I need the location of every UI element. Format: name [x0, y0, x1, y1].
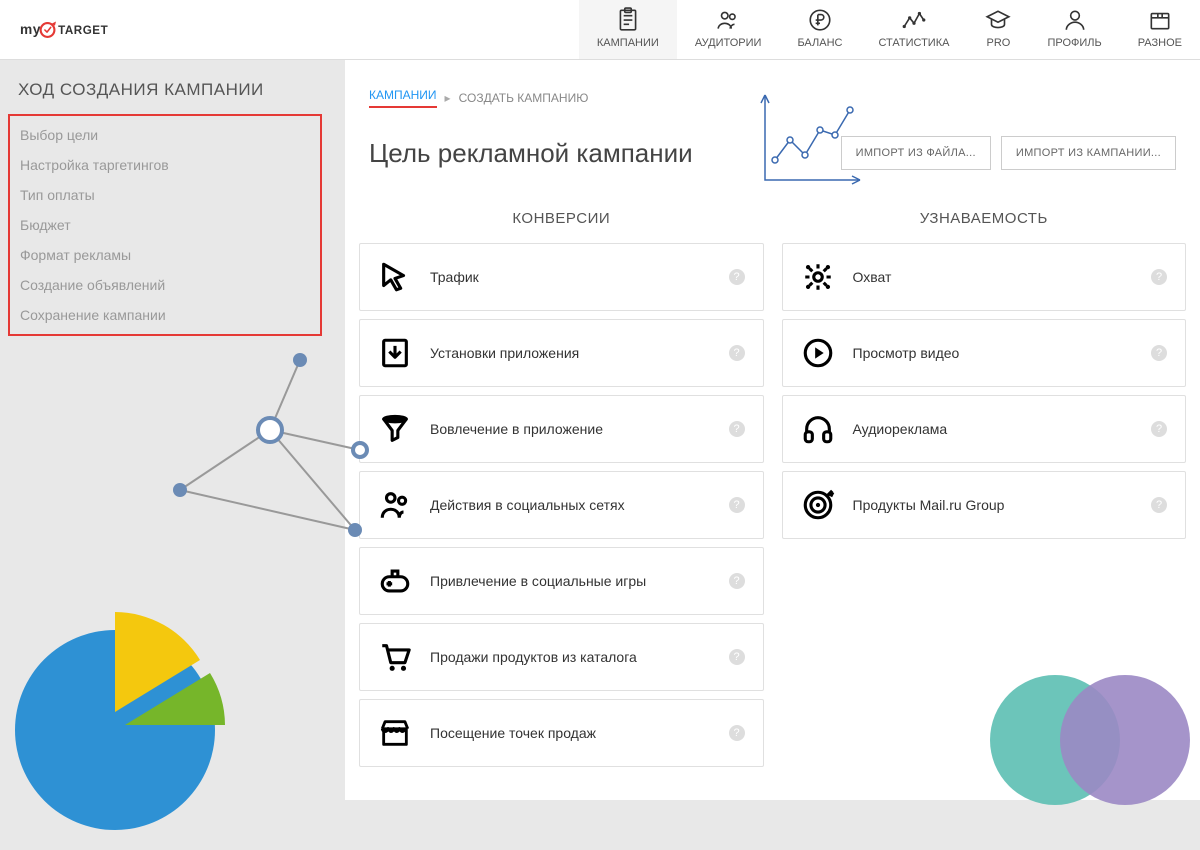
gamepad-icon	[378, 564, 412, 598]
goal-label: Установки приложения	[430, 345, 711, 361]
logo-icon: my TARGET	[20, 16, 110, 44]
goal-video[interactable]: Просмотр видео ?	[782, 319, 1187, 387]
awareness-column: УЗНАВАЕМОСТЬ Охват ? Просмотр видео ? Ау…	[782, 194, 1187, 775]
goal-label: Охват	[853, 269, 1134, 285]
import-campaign-button[interactable]: ИМПОРТ ИЗ КАМПАНИИ...	[1001, 136, 1176, 170]
goal-store-visits[interactable]: Посещение точек продаж ?	[359, 699, 764, 767]
svg-text:TARGET: TARGET	[58, 24, 108, 37]
goal-label: Продажи продуктов из каталога	[430, 649, 711, 665]
goal-label: Посещение точек продаж	[430, 725, 711, 741]
box-icon	[1147, 7, 1173, 33]
awareness-title: УЗНАВАЕМОСТЬ	[782, 194, 1187, 243]
cursor-icon	[378, 260, 412, 294]
goal-label: Действия в социальных сетях	[430, 497, 711, 513]
goal-label: Просмотр видео	[853, 345, 1134, 361]
goal-label: Продукты Mail.ru Group	[853, 497, 1134, 513]
goal-app-installs[interactable]: Установки приложения ?	[359, 319, 764, 387]
goal-label: Аудиореклама	[853, 421, 1134, 437]
nav-label: АУДИТОРИИ	[695, 37, 762, 49]
nav-balance[interactable]: БАЛАНС	[779, 0, 860, 59]
sidebar-item-save[interactable]: Сохранение кампании	[10, 300, 320, 330]
document-icon	[615, 7, 641, 33]
help-icon[interactable]: ?	[729, 421, 745, 437]
goal-social-actions[interactable]: Действия в социальных сетях ?	[359, 471, 764, 539]
sidebar-title: ХОД СОЗДАНИЯ КАМПАНИИ	[0, 80, 330, 114]
stats-icon	[901, 7, 927, 33]
nav-audiences[interactable]: АУДИТОРИИ	[677, 0, 780, 59]
goal-label: Вовлечение в приложение	[430, 421, 711, 437]
page-title: Цель рекламной кампании	[369, 138, 693, 169]
help-icon[interactable]: ?	[1151, 345, 1167, 361]
breadcrumb-current: СОЗДАТЬ КАМПАНИЮ	[459, 91, 589, 105]
download-icon	[378, 336, 412, 370]
cart-icon	[378, 640, 412, 674]
ruble-icon	[807, 7, 833, 33]
help-icon[interactable]: ?	[729, 269, 745, 285]
goal-social-games[interactable]: Привлечение в социальные игры ?	[359, 547, 764, 615]
help-icon[interactable]: ?	[729, 497, 745, 513]
help-icon[interactable]: ?	[1151, 497, 1167, 513]
help-icon[interactable]: ?	[729, 345, 745, 361]
headphones-icon	[801, 412, 835, 446]
goal-audio[interactable]: Аудиореклама ?	[782, 395, 1187, 463]
conversions-title: КОНВЕРСИИ	[359, 194, 764, 243]
nav-pro[interactable]: PRO	[967, 0, 1029, 59]
nav-label: БАЛАНС	[797, 37, 842, 49]
logo[interactable]: my TARGET	[0, 16, 132, 44]
goal-traffic[interactable]: Трафик ?	[359, 243, 764, 311]
top-nav: КАМПАНИИ АУДИТОРИИ БАЛАНС СТАТИСТИКА PRO…	[579, 0, 1200, 59]
svg-text:my: my	[20, 22, 41, 37]
sidebar-item-targeting[interactable]: Настройка таргетингов	[10, 150, 320, 180]
help-icon[interactable]: ?	[1151, 269, 1167, 285]
nav-label: РАЗНОЕ	[1138, 37, 1182, 49]
help-icon[interactable]: ?	[729, 573, 745, 589]
nav-misc[interactable]: РАЗНОЕ	[1120, 0, 1200, 59]
store-icon	[378, 716, 412, 750]
help-icon[interactable]: ?	[1151, 421, 1167, 437]
nav-campaigns[interactable]: КАМПАНИИ	[579, 0, 677, 59]
goal-mailru[interactable]: Продукты Mail.ru Group ?	[782, 471, 1187, 539]
goal-label: Привлечение в социальные игры	[430, 573, 711, 589]
breadcrumb: КАМПАНИИ ▸ СОЗДАТЬ КАМПАНИЮ	[345, 60, 1200, 116]
chevron-right-icon: ▸	[445, 91, 451, 105]
play-icon	[801, 336, 835, 370]
goal-app-engagement[interactable]: Вовлечение в приложение ?	[359, 395, 764, 463]
nav-label: PRO	[987, 37, 1011, 49]
sidebar-item-budget[interactable]: Бюджет	[10, 210, 320, 240]
nav-profile[interactable]: ПРОФИЛЬ	[1029, 0, 1119, 59]
user-icon	[1062, 7, 1088, 33]
goal-label: Трафик	[430, 269, 711, 285]
social-icon	[378, 488, 412, 522]
target-icon	[801, 488, 835, 522]
funnel-icon	[378, 412, 412, 446]
conversions-column: КОНВЕРСИИ Трафик ? Установки приложения …	[359, 194, 764, 775]
goal-catalog-sales[interactable]: Продажи продуктов из каталога ?	[359, 623, 764, 691]
sidebar: ХОД СОЗДАНИЯ КАМПАНИИ Выбор цели Настрой…	[0, 60, 330, 356]
help-icon[interactable]: ?	[729, 649, 745, 665]
goal-reach[interactable]: Охват ?	[782, 243, 1187, 311]
sidebar-item-format[interactable]: Формат рекламы	[10, 240, 320, 270]
decorative-pie-icon	[0, 590, 260, 850]
sidebar-item-goal[interactable]: Выбор цели	[10, 120, 320, 150]
nav-label: КАМПАНИИ	[597, 37, 659, 49]
page-title-row: Цель рекламной кампании ИМПОРТ ИЗ ФАЙЛА.…	[345, 116, 1200, 194]
graduation-icon	[985, 7, 1011, 33]
people-icon	[715, 7, 741, 33]
breadcrumb-link[interactable]: КАМПАНИИ	[369, 88, 437, 108]
nav-label: ПРОФИЛЬ	[1047, 37, 1101, 49]
nav-label: СТАТИСТИКА	[878, 37, 949, 49]
goal-columns: КОНВЕРСИИ Трафик ? Установки приложения …	[345, 194, 1200, 775]
sidebar-item-ads[interactable]: Создание объявлений	[10, 270, 320, 300]
import-file-button[interactable]: ИМПОРТ ИЗ ФАЙЛА...	[841, 136, 991, 170]
nav-stats[interactable]: СТАТИСТИКА	[860, 0, 967, 59]
main-panel: КАМПАНИИ ▸ СОЗДАТЬ КАМПАНИЮ Цель рекламн…	[345, 60, 1200, 800]
help-icon[interactable]: ?	[729, 725, 745, 741]
reach-icon	[801, 260, 835, 294]
sidebar-highlight-box: Выбор цели Настройка таргетингов Тип опл…	[8, 114, 322, 336]
sidebar-item-payment[interactable]: Тип оплаты	[10, 180, 320, 210]
import-buttons: ИМПОРТ ИЗ ФАЙЛА... ИМПОРТ ИЗ КАМПАНИИ...	[841, 136, 1176, 170]
header: my TARGET КАМПАНИИ АУДИТОРИИ БАЛАНС СТАТ…	[0, 0, 1200, 60]
